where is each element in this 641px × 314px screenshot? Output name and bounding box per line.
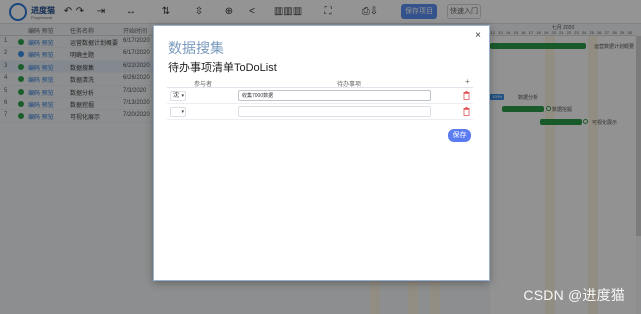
todo-input[interactable] <box>238 90 431 101</box>
delete-icon[interactable] <box>463 91 470 100</box>
todo-row: ▾ <box>167 104 473 120</box>
participant-value: 沈 <box>173 93 180 99</box>
close-icon[interactable]: × <box>475 30 481 41</box>
chevron-down-icon: ▾ <box>181 109 184 115</box>
todo-row: 沈 ▾ <box>167 88 473 104</box>
todo-table: 参与者 待办事项 + 沈 ▾ ▾ <box>167 77 473 120</box>
save-button[interactable]: 保存 <box>448 129 471 142</box>
todo-input[interactable] <box>238 106 431 117</box>
column-header-participant: 参与者 <box>194 82 213 88</box>
column-header-todo: 待办事项 <box>337 82 362 88</box>
participant-select[interactable]: ▾ <box>170 107 186 117</box>
todo-dialog: × 数据搜集 待办事项清单ToDoList 参与者 待办事项 + 沈 ▾ ▾ <box>153 25 490 281</box>
dialog-subtitle: 待办事项清单ToDoList <box>168 62 277 74</box>
delete-icon[interactable] <box>463 107 470 116</box>
participant-select[interactable]: 沈 ▾ <box>170 91 186 101</box>
todo-table-header: 参与者 待办事项 + <box>167 77 473 88</box>
chevron-down-icon: ▾ <box>181 93 184 99</box>
watermark: CSDN @进度猫 <box>523 287 625 303</box>
dialog-title: 数据搜集 <box>168 40 224 56</box>
add-row-icon[interactable]: + <box>465 77 470 86</box>
